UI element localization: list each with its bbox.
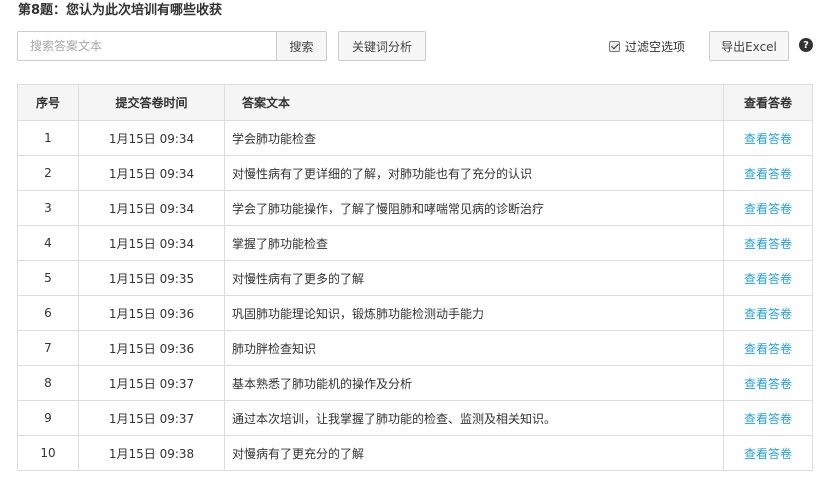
row-answer: 对慢性病有了更多的了解 <box>224 260 724 296</box>
table-row: 9 1月15日 09:37 通过本次培训，让我掌握了肺功能的检查、监测及相关知识… <box>17 400 813 436</box>
help-icon[interactable]: ? <box>799 38 813 52</box>
filter-empty-toggle[interactable]: 过滤空选项 <box>609 31 685 61</box>
table-row: 8 1月15日 09:37 基本熟悉了肺功能机的操作及分析 查看答卷 <box>17 365 813 401</box>
filter-checkbox[interactable] <box>609 40 620 52</box>
row-answer: 对慢病有了更充分的了解 <box>224 435 724 471</box>
row-num: 2 <box>17 155 79 191</box>
table-row: 10 1月15日 09:38 对慢病有了更充分的了解 查看答卷 <box>17 435 813 471</box>
table-row: 6 1月15日 09:36 巩固肺功能理论知识，锻炼肺功能检测动手能力 查看答卷 <box>17 295 813 331</box>
row-num: 10 <box>17 435 79 471</box>
row-answer: 通过本次培训，让我掌握了肺功能的检查、监测及相关知识。 <box>224 400 724 436</box>
view-answer-link[interactable]: 查看答卷 <box>744 202 792 216</box>
row-answer: 掌握了肺功能检查 <box>224 225 724 261</box>
header-answer: 答案文本 <box>224 84 724 121</box>
search-input[interactable] <box>17 31 276 61</box>
row-time: 1月15日 09:34 <box>78 155 225 191</box>
view-answer-link[interactable]: 查看答卷 <box>744 447 792 461</box>
filter-label: 过滤空选项 <box>625 39 686 54</box>
view-answer-link[interactable]: 查看答卷 <box>744 132 792 146</box>
table-row: 1 1月15日 09:34 学会肺功能检查 查看答卷 <box>17 120 813 156</box>
row-time: 1月15日 09:34 <box>78 120 225 156</box>
table-row: 4 1月15日 09:34 掌握了肺功能检查 查看答卷 <box>17 225 813 261</box>
view-answer-link[interactable]: 查看答卷 <box>744 237 792 251</box>
row-time: 1月15日 09:35 <box>78 260 225 296</box>
row-answer: 对慢性病有了更详细的了解，对肺功能也有了充分的认识 <box>224 155 724 191</box>
row-num: 4 <box>17 225 79 261</box>
row-time: 1月15日 09:34 <box>78 190 225 226</box>
header-time: 提交答卷时间 <box>78 84 225 121</box>
view-answer-link[interactable]: 查看答卷 <box>744 167 792 181</box>
row-answer: 学会肺功能检查 <box>224 120 724 156</box>
row-num: 3 <box>17 190 79 226</box>
row-time: 1月15日 09:36 <box>78 330 225 366</box>
view-answer-link[interactable]: 查看答卷 <box>744 342 792 356</box>
table-row: 3 1月15日 09:34 学会了肺功能操作，了解了慢阻肺和哮喘常见病的诊断治疗… <box>17 190 813 226</box>
row-num: 7 <box>17 330 79 366</box>
row-num: 8 <box>17 365 79 401</box>
row-answer: 肺功胖检查知识 <box>224 330 724 366</box>
row-num: 9 <box>17 400 79 436</box>
search-button[interactable]: 搜索 <box>276 31 327 61</box>
keyword-analysis-button[interactable]: 关键词分析 <box>338 31 426 61</box>
row-time: 1月15日 09:36 <box>78 295 225 331</box>
row-time: 1月15日 09:34 <box>78 225 225 261</box>
view-answer-link[interactable]: 查看答卷 <box>744 272 792 286</box>
question-title: 第8题：您认为此次培训有哪些收获 <box>18 3 223 18</box>
view-answer-link[interactable]: 查看答卷 <box>744 412 792 426</box>
header-num: 序号 <box>17 84 79 121</box>
row-answer: 巩固肺功能理论知识，锻炼肺功能检测动手能力 <box>224 295 724 331</box>
row-time: 1月15日 09:37 <box>78 400 225 436</box>
table-row: 7 1月15日 09:36 肺功胖检查知识 查看答卷 <box>17 330 813 366</box>
row-num: 5 <box>17 260 79 296</box>
table-row: 2 1月15日 09:34 对慢性病有了更详细的了解，对肺功能也有了充分的认识 … <box>17 155 813 191</box>
view-answer-link[interactable]: 查看答卷 <box>744 377 792 391</box>
row-time: 1月15日 09:37 <box>78 365 225 401</box>
answers-table: 序号 提交答卷时间 答案文本 查看答卷 1 1月15日 09:34 学会肺功能检… <box>17 84 813 471</box>
table-row: 5 1月15日 09:35 对慢性病有了更多的了解 查看答卷 <box>17 260 813 296</box>
row-num: 1 <box>17 120 79 156</box>
row-answer: 基本熟悉了肺功能机的操作及分析 <box>224 365 724 401</box>
toolbar: 搜索 关键词分析 过滤空选项 导出Excel ? <box>17 31 813 63</box>
view-answer-link[interactable]: 查看答卷 <box>744 307 792 321</box>
table-header-row: 序号 提交答卷时间 答案文本 查看答卷 <box>17 84 813 121</box>
row-time: 1月15日 09:38 <box>78 435 225 471</box>
export-excel-button[interactable]: 导出Excel <box>709 31 789 61</box>
header-view: 查看答卷 <box>723 84 813 121</box>
row-num: 6 <box>17 295 79 331</box>
row-answer: 学会了肺功能操作，了解了慢阻肺和哮喘常见病的诊断治疗 <box>224 190 724 226</box>
